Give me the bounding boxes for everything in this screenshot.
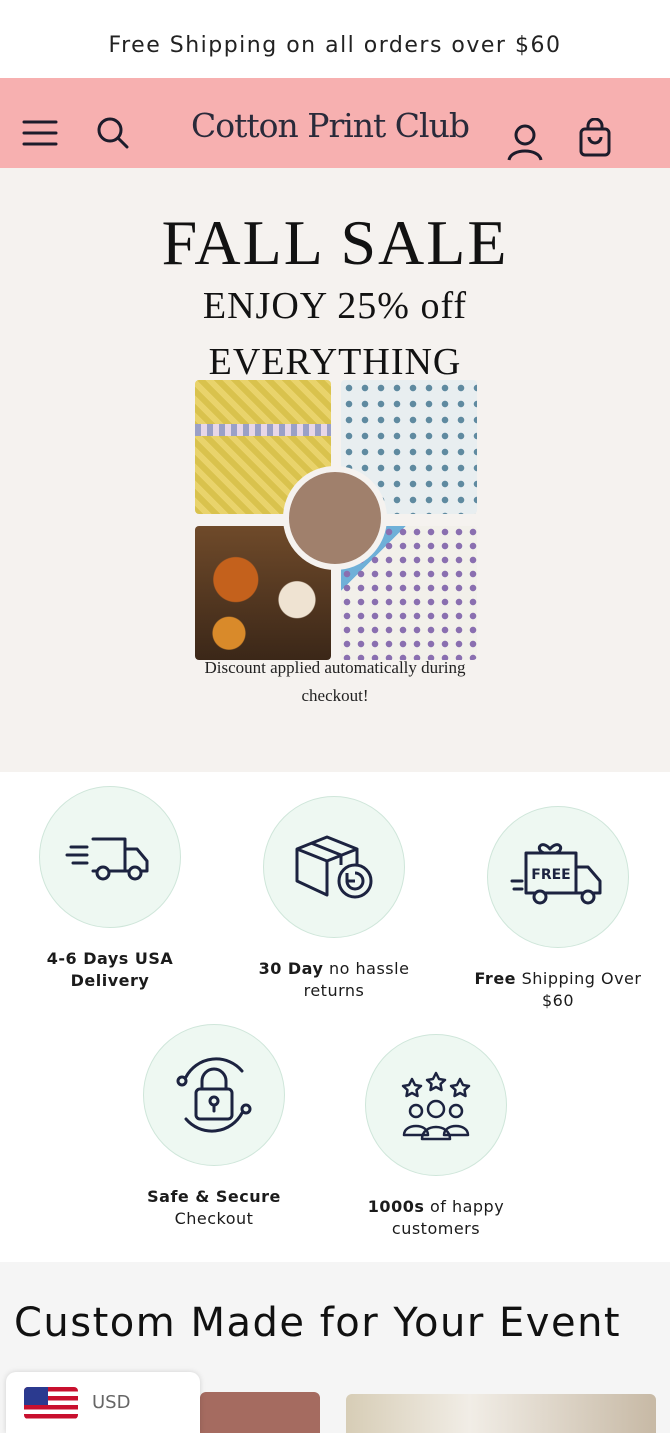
truck-icon: [65, 837, 149, 881]
lock-icon: [176, 1057, 252, 1133]
site-logo[interactable]: Cotton Print Club: [160, 106, 500, 145]
feature-returns: 30 Day no hassle returns: [234, 796, 434, 1002]
svg-text:FREE: FREE: [531, 867, 570, 883]
feature-circle: [263, 796, 405, 938]
discount-note: Discount applied automatically during ch…: [204, 658, 466, 705]
search-icon[interactable]: [92, 112, 134, 154]
event-image[interactable]: [346, 1394, 656, 1433]
happy-customers-icon: [401, 1071, 471, 1141]
currency-selector[interactable]: USD: [6, 1372, 200, 1433]
feature-label: 1000s of happy customers: [367, 1197, 505, 1238]
feature-circle: [365, 1034, 507, 1176]
sale-subtitle-2: EVERYTHING: [208, 341, 462, 383]
announcement-bar: Free Shipping on all orders over $60: [0, 0, 670, 90]
fall-sale-banner[interactable]: FALL SALE ENJOY 25% off EVERYTHING Disco…: [0, 168, 670, 772]
menu-icon[interactable]: [20, 112, 62, 154]
us-flag-icon: [24, 1386, 78, 1419]
event-image[interactable]: [200, 1392, 320, 1433]
feature-circle: FREE: [487, 806, 629, 948]
account-icon[interactable]: [504, 122, 546, 164]
features-section: 4-6 Days USA Delivery 30 Day no hassle r…: [0, 772, 670, 1262]
feature-label: 4-6 Days USA Delivery: [46, 949, 174, 990]
feature-label: Safe & Secure Checkout: [147, 1187, 281, 1228]
product-collage: [195, 380, 477, 660]
sale-title: FALL SALE: [161, 207, 509, 278]
announcement-text: Free Shipping on all orders over $60: [108, 32, 562, 58]
feature-happy-customers: 1000s of happy customers: [336, 1034, 536, 1240]
return-box-icon: [295, 835, 373, 899]
feature-circle: [39, 786, 181, 928]
free-shipping-truck-icon: FREE: [510, 843, 602, 905]
feature-label: Free Shipping Over $60: [474, 969, 642, 1010]
section-title: Custom Made for Your Event: [14, 1300, 622, 1346]
feature-free-shipping: FREE Free Shipping Over $60: [458, 806, 658, 1012]
feature-circle: [143, 1024, 285, 1166]
feature-secure-checkout: Safe & Secure Checkout: [114, 1024, 314, 1230]
feature-label: 30 Day no hassle returns: [258, 959, 410, 1000]
sale-subtitle: ENJOY 25% off: [202, 285, 468, 327]
collage-center-circle: [283, 466, 387, 570]
feature-delivery: 4-6 Days USA Delivery: [10, 786, 210, 992]
currency-code: USD: [92, 1392, 131, 1413]
cart-icon[interactable]: [574, 118, 616, 160]
